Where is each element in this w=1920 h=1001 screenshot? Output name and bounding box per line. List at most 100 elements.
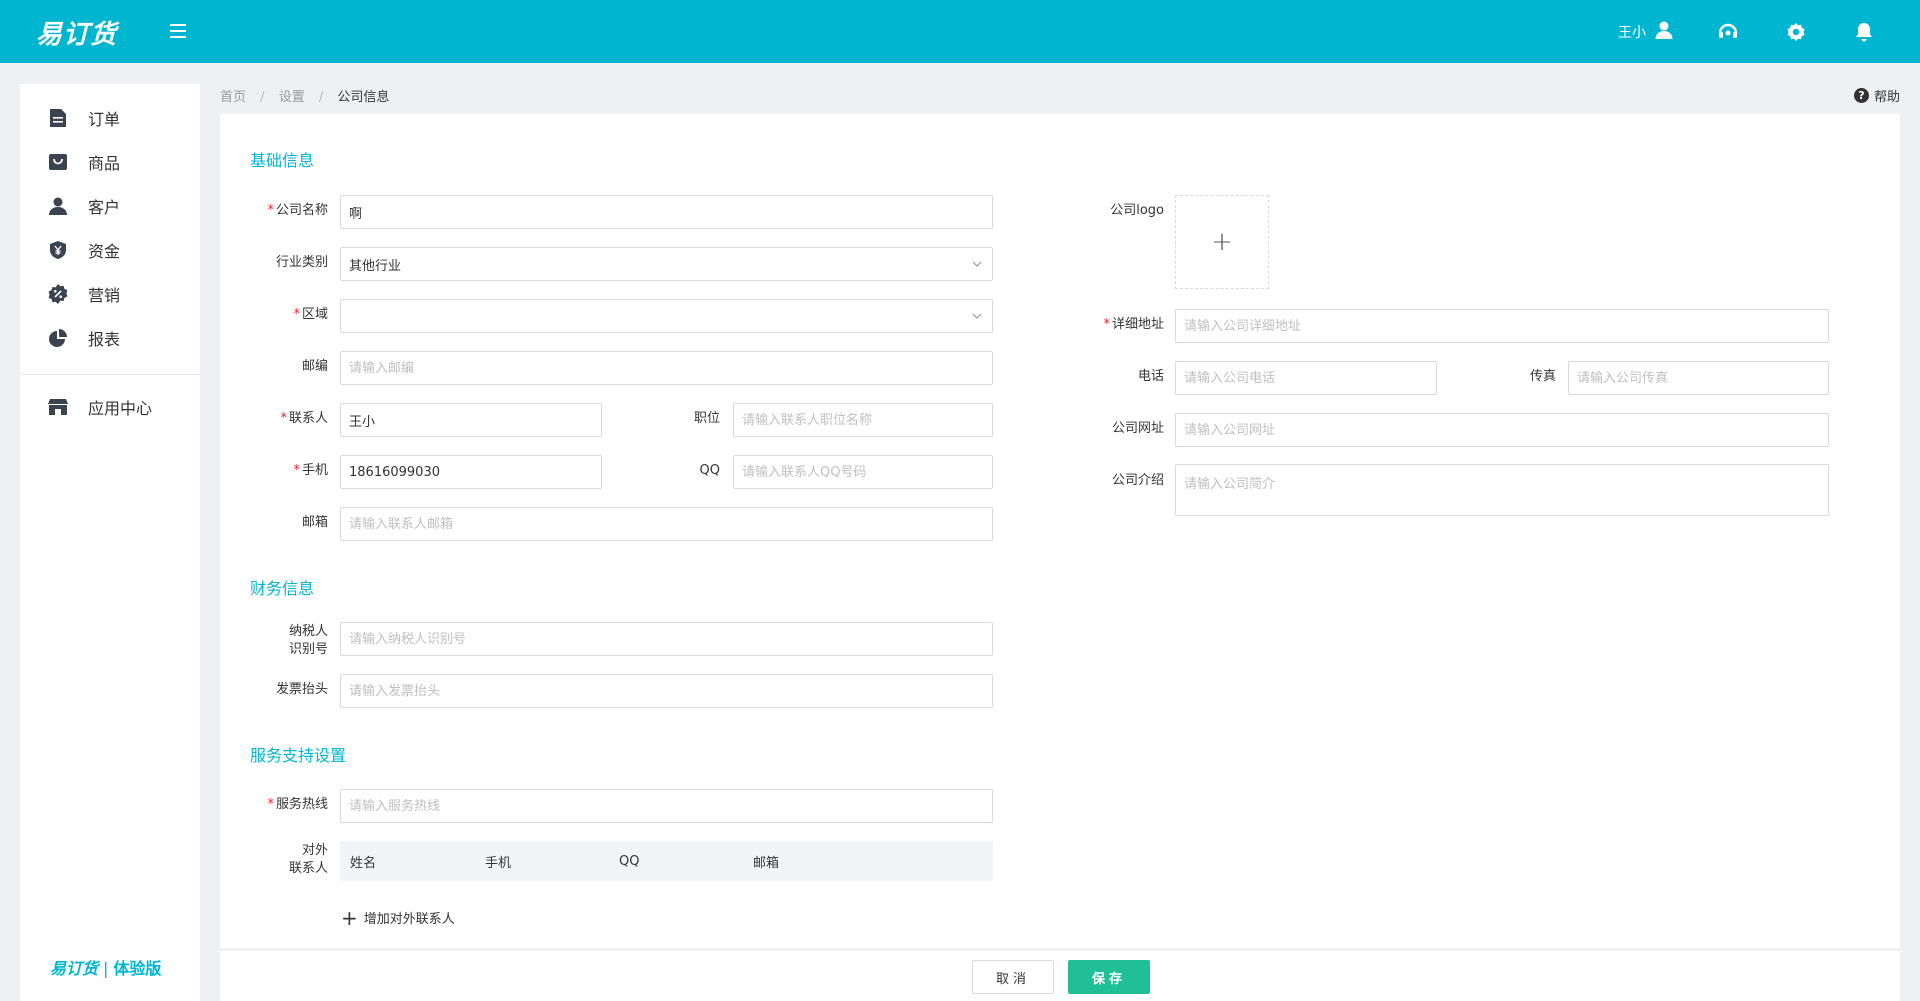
sidebar-item-label: 商品 bbox=[88, 154, 121, 173]
add-external-contact-button[interactable]: + 增加对外联系人 bbox=[341, 905, 455, 930]
section-title-service: 服务支持设置 bbox=[250, 746, 347, 765]
address-label: * 详细地址 bbox=[1103, 317, 1164, 332]
sidebar-item-products[interactable]: 商品 bbox=[20, 140, 200, 184]
gear-icon[interactable] bbox=[1784, 20, 1808, 44]
breadcrumb-home[interactable]: 首页 bbox=[220, 90, 246, 105]
postcode-label: 邮编 bbox=[301, 359, 328, 374]
chevron-down-icon bbox=[972, 313, 982, 319]
invoice-input[interactable] bbox=[340, 674, 993, 708]
menu-toggle-icon[interactable] bbox=[170, 20, 192, 42]
save-button[interactable]: 保存 bbox=[1068, 960, 1150, 994]
region-select[interactable] bbox=[340, 299, 993, 333]
fax-input[interactable] bbox=[1568, 361, 1829, 395]
sidebar-item-customers[interactable]: 客户 bbox=[20, 184, 200, 228]
phone-input[interactable] bbox=[1175, 361, 1437, 395]
hotline-input[interactable] bbox=[340, 789, 993, 823]
sidebar-item-label: 营销 bbox=[88, 286, 121, 305]
column-header: 手机 bbox=[485, 855, 512, 871]
cancel-button[interactable]: 取消 bbox=[972, 960, 1054, 994]
sidebar-item-app-center[interactable]: 应用中心 bbox=[20, 385, 200, 429]
user-icon bbox=[1654, 20, 1674, 44]
plus-icon: + bbox=[341, 905, 358, 930]
sidebar-item-label: 报表 bbox=[88, 330, 121, 349]
external-contacts-label: 对外 联系人 bbox=[288, 843, 328, 876]
mobile-label: * 手机 bbox=[293, 463, 328, 478]
column-header: 邮箱 bbox=[753, 855, 780, 871]
pie-chart-icon bbox=[48, 328, 68, 348]
breadcrumb: 首页 / 设置 / 公司信息 bbox=[220, 86, 389, 105]
sidebar-item-label: 客户 bbox=[88, 198, 121, 217]
help-label: 帮助 bbox=[1873, 90, 1900, 105]
invoice-label: 发票抬头 bbox=[275, 682, 328, 697]
company-name-label: * 公司名称 bbox=[267, 203, 328, 218]
plus-icon: + bbox=[1211, 227, 1233, 257]
sidebar-item-marketing[interactable]: 营销 bbox=[20, 272, 200, 316]
top-right-tools: 王小 bbox=[1618, 0, 1920, 63]
industry-label: 行业类别 bbox=[275, 255, 328, 270]
column-header: 姓名 bbox=[350, 855, 377, 871]
position-input[interactable] bbox=[733, 403, 993, 437]
column-header: QQ bbox=[619, 853, 640, 869]
shield-yen-icon bbox=[48, 240, 68, 260]
sidebar-item-label: 资金 bbox=[88, 242, 121, 261]
fax-label: 传真 bbox=[1529, 369, 1556, 384]
company-info-form: 基础信息 *公司名称 行业类别 其他行业 *区域 邮编 *联系人 职位 *手机 … bbox=[220, 114, 1900, 948]
discount-badge-icon bbox=[48, 284, 68, 304]
sidebar-item-label: 订单 bbox=[88, 110, 121, 129]
external-contacts-table-header: 姓名 手机 QQ 邮箱 bbox=[340, 841, 993, 881]
sidebar-divider bbox=[20, 374, 200, 375]
store-icon bbox=[48, 397, 68, 417]
industry-select[interactable]: 其他行业 bbox=[340, 247, 993, 281]
user-icon bbox=[48, 196, 68, 216]
top-bar: 易订货 王小 bbox=[0, 0, 1920, 63]
website-input[interactable] bbox=[1175, 413, 1829, 447]
taxpayer-label: 纳税人 识别号 bbox=[288, 624, 328, 657]
brand-separator: | bbox=[103, 959, 109, 978]
form-footer: 取消 保存 bbox=[220, 950, 1900, 1001]
sidebar-brand: 易订货 | 体验版 bbox=[50, 955, 161, 979]
brand-edition: 体验版 bbox=[113, 959, 162, 978]
sidebar-item-label: 应用中心 bbox=[88, 399, 153, 418]
region-label: * 区域 bbox=[293, 307, 328, 322]
industry-value: 其他行业 bbox=[349, 258, 402, 274]
user-name: 王小 bbox=[1618, 24, 1646, 41]
contact-input[interactable] bbox=[340, 403, 602, 437]
website-label: 公司网址 bbox=[1111, 421, 1164, 436]
intro-label: 公司介绍 bbox=[1111, 473, 1164, 488]
intro-textarea[interactable] bbox=[1175, 464, 1829, 516]
document-icon bbox=[48, 108, 68, 128]
contact-label: * 联系人 bbox=[280, 411, 328, 426]
bell-icon[interactable] bbox=[1852, 20, 1876, 44]
sidebar: 订单 商品 客户 资金 营销 报表 应用中心 易订货 | 体验版 bbox=[20, 84, 200, 1001]
sidebar-item-funds[interactable]: 资金 bbox=[20, 228, 200, 272]
mobile-input[interactable] bbox=[340, 455, 602, 489]
help-icon: ? bbox=[1853, 88, 1869, 103]
sidebar-item-orders[interactable]: 订单 bbox=[20, 96, 200, 140]
email-label: 邮箱 bbox=[301, 515, 328, 530]
logo-label: 公司logo bbox=[1110, 203, 1164, 218]
user-menu[interactable]: 王小 bbox=[1618, 20, 1674, 44]
taxpayer-input[interactable] bbox=[340, 622, 993, 656]
phone-label: 电话 bbox=[1137, 369, 1164, 384]
qq-input[interactable] bbox=[733, 455, 993, 489]
company-name-input[interactable] bbox=[340, 195, 993, 229]
section-title-finance: 财务信息 bbox=[250, 579, 315, 598]
address-input[interactable] bbox=[1175, 309, 1829, 343]
add-contact-label: 增加对外联系人 bbox=[363, 912, 455, 927]
customer-service-icon[interactable] bbox=[1716, 20, 1740, 44]
email-input[interactable] bbox=[340, 507, 993, 541]
help-link[interactable]: ? 帮助 bbox=[1853, 86, 1900, 105]
postcode-input[interactable] bbox=[340, 351, 993, 385]
sidebar-item-reports[interactable]: 报表 bbox=[20, 316, 200, 360]
breadcrumb-current: 公司信息 bbox=[337, 90, 390, 105]
breadcrumb-settings[interactable]: 设置 bbox=[279, 90, 305, 105]
chevron-down-icon bbox=[972, 261, 982, 267]
logo-upload[interactable]: + bbox=[1175, 195, 1269, 289]
position-label: 职位 bbox=[693, 411, 720, 426]
bag-icon bbox=[48, 152, 68, 172]
qq-label: QQ bbox=[699, 463, 720, 478]
brand-logo: 易订货 bbox=[50, 959, 99, 978]
hotline-label: * 服务热线 bbox=[267, 797, 328, 812]
breadcrumb-separator: / bbox=[318, 90, 324, 105]
app-logo[interactable]: 易订货 bbox=[36, 14, 117, 51]
